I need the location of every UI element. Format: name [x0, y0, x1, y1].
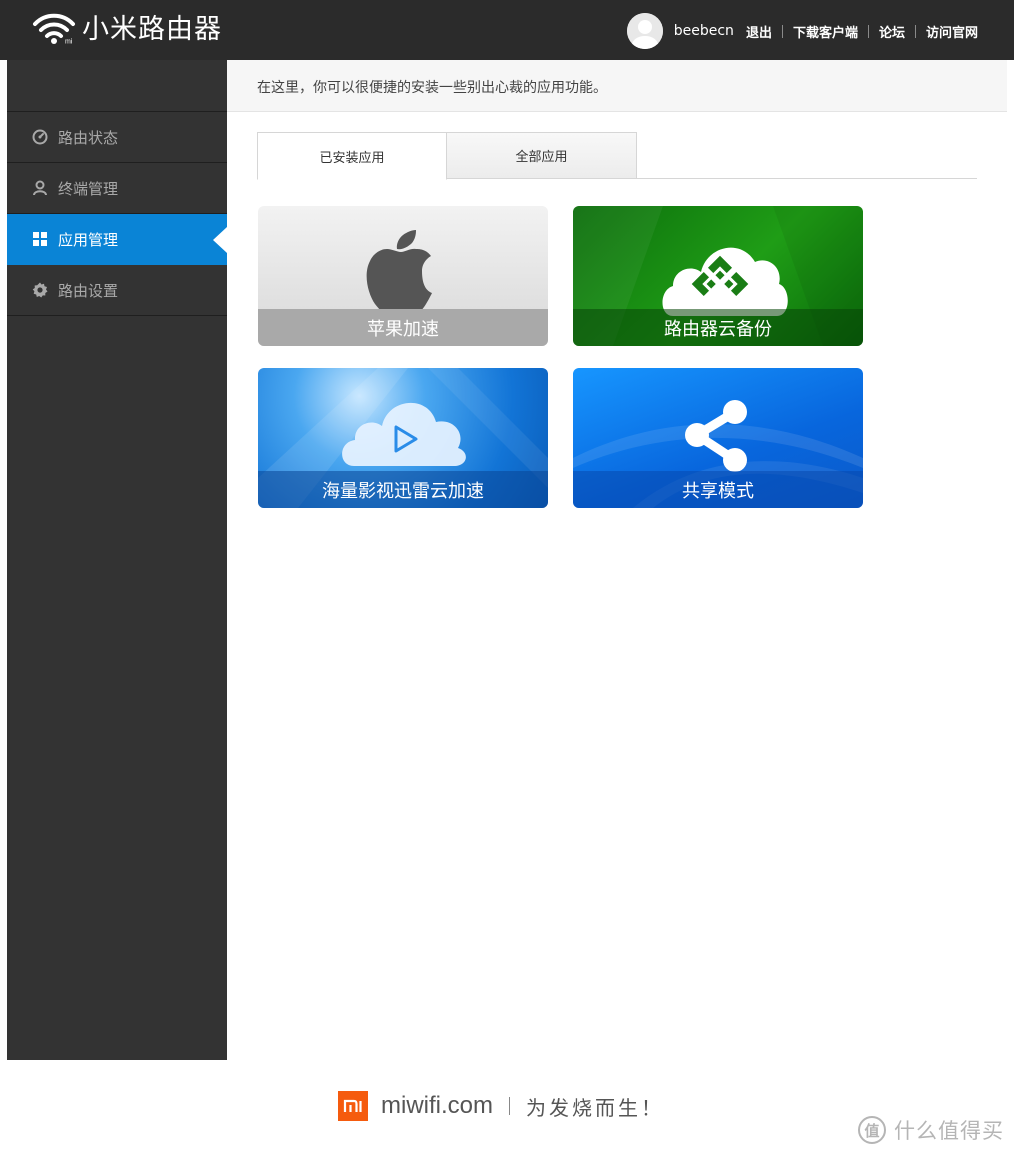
grid-icon [32, 231, 48, 247]
gear-icon [32, 282, 48, 298]
sidebar-item-apps[interactable]: 应用管理 [7, 214, 227, 265]
app-card-share-mode[interactable]: 共享模式 [573, 368, 863, 508]
app-card-xunlei-accelerate[interactable]: 海量影视迅雷云加速 [258, 368, 548, 508]
header-divider [867, 24, 869, 38]
watermark: 值 什么值得买 [858, 1114, 1004, 1146]
logout-link[interactable]: 退出 [746, 22, 772, 41]
sidebar-item-router-status[interactable]: 路由状态 [7, 112, 227, 163]
watermark-logo-icon: 值 [858, 1116, 886, 1144]
forum-link[interactable]: 论坛 [879, 22, 905, 41]
header-divider [914, 24, 916, 38]
official-site-link[interactable]: 访问官网 [926, 22, 978, 41]
user-avatar-icon [626, 13, 663, 49]
person-icon [32, 180, 48, 196]
wifi-logo-icon: mi [33, 13, 75, 46]
sidebar-item-settings[interactable]: 路由设置 [7, 265, 227, 316]
user-area: beebecn 退出 下载客户端 论坛 访问官网 [626, 13, 978, 49]
intro-notice: 在这里，你可以很便捷的安装一些别出心裁的应用功能。 [227, 60, 1007, 112]
sidebar-top-spacer [7, 60, 227, 112]
footer-domain[interactable]: miwifi.com [381, 1092, 493, 1120]
watermark-text: 什么值得买 [894, 1119, 1004, 1143]
intro-text: 在这里，你可以很便捷的安装一些别出心裁的应用功能。 [257, 80, 607, 96]
sidebar-item-devices[interactable]: 终端管理 [7, 163, 227, 214]
brand-title: 小米路由器 [82, 14, 222, 45]
sidebar: 路由状态 终端管理 应用管理 路由设置 [7, 60, 227, 1060]
avatar[interactable] [626, 13, 663, 49]
app-card-apple-accelerate[interactable]: 苹果加速 [258, 206, 548, 346]
footer-divider [509, 1097, 510, 1115]
app-card-label: 路由器云备份 [573, 309, 863, 346]
svg-text:mi: mi [65, 39, 73, 46]
mi-logo-icon [338, 1091, 368, 1121]
app-card-label: 海量影视迅雷云加速 [258, 471, 548, 508]
app-card-label: 苹果加速 [258, 309, 548, 346]
sidebar-item-label: 应用管理 [58, 230, 119, 249]
header-divider [781, 24, 783, 38]
download-client-link[interactable]: 下载客户端 [793, 22, 858, 41]
sidebar-item-label: 终端管理 [58, 179, 119, 198]
app-tabs: 已安装应用 全部应用 [257, 132, 977, 180]
tab-all-apps[interactable]: 全部应用 [447, 132, 637, 179]
app-card-cloud-backup[interactable]: 路由器云备份 [573, 206, 863, 346]
tab-installed-apps[interactable]: 已安装应用 [257, 132, 447, 180]
top-header: mi 小米路由器 beebecn 退出 下载客户端 论坛 访问官网 [0, 0, 1014, 60]
sidebar-item-label: 路由状态 [58, 128, 119, 147]
app-card-label: 共享模式 [573, 471, 863, 508]
footer-slogan: 为发烧而生！ [526, 1095, 664, 1120]
gauge-icon [32, 129, 48, 145]
username: beebecn [673, 23, 734, 39]
footer: miwifi.com 为发烧而生！ [338, 1090, 664, 1122]
sidebar-item-label: 路由设置 [58, 281, 119, 300]
